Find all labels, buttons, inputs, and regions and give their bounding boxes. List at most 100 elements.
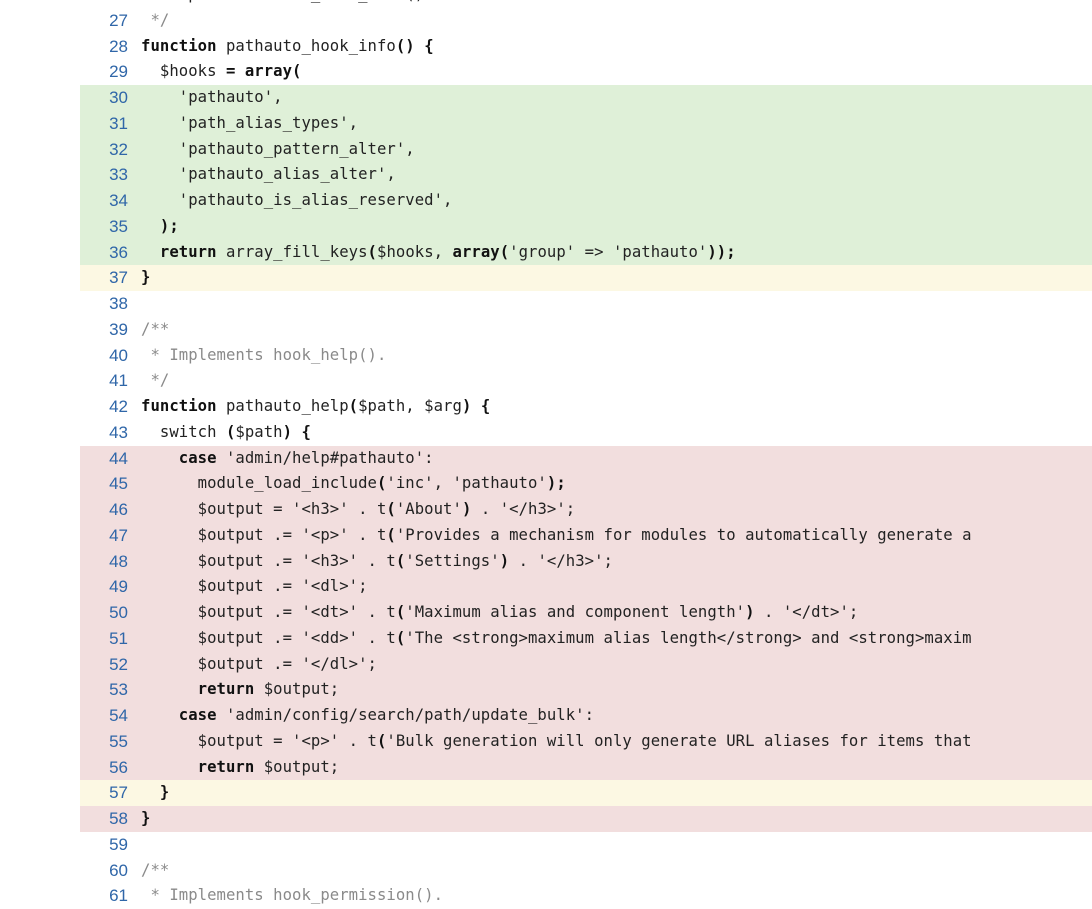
line-number[interactable]: 53	[0, 677, 128, 703]
code-token: . '</h3>';	[509, 551, 613, 570]
code-line: 28 function pathauto_hook_info() {	[0, 34, 1092, 60]
code-text: * Implements hook_help().	[141, 343, 386, 369]
line-number[interactable]: 43	[0, 420, 128, 446]
line-number[interactable]: 32	[0, 137, 128, 163]
line-number[interactable]: 51	[0, 626, 128, 652]
code-text: 'pathauto_alias_alter',	[141, 162, 396, 188]
code-token: case	[178, 448, 217, 467]
line-number[interactable]: 54	[0, 703, 128, 729]
code-text: 'pathauto_is_alias_reserved',	[141, 188, 453, 214]
code-text: return array_fill_keys($hooks, array('gr…	[141, 240, 736, 266]
code-listing: 26 * Implements hook_hook_info().27 */28…	[0, 0, 1092, 909]
code-token: 'path_alias_types',	[141, 113, 359, 132]
code-line: 53 return $output;	[0, 677, 1092, 703]
line-number[interactable]: 57	[0, 780, 128, 806]
line-number[interactable]: 48	[0, 549, 128, 575]
code-line: 58}	[0, 806, 1092, 832]
line-number[interactable]: 28	[0, 34, 128, 60]
code-text: case 'admin/help#pathauto':	[141, 446, 434, 472]
code-token: return	[197, 757, 255, 776]
code-token: (	[395, 551, 406, 570]
code-token: */	[141, 371, 170, 390]
code-token: $hooks	[141, 62, 226, 81]
line-number[interactable]: 59	[0, 832, 128, 858]
line-number[interactable]: 27	[0, 8, 128, 34]
line-number[interactable]: 31	[0, 111, 128, 137]
line-number[interactable]: 45	[0, 471, 128, 497]
line-number[interactable]: 36	[0, 240, 128, 266]
code-text: );	[141, 214, 179, 240]
line-number[interactable]: 49	[0, 574, 128, 600]
code-text: function pathauto_help($path, $arg) {	[141, 394, 490, 420]
code-token: module_load_include	[141, 474, 377, 493]
line-number[interactable]: 42	[0, 394, 128, 420]
code-token: */	[141, 10, 170, 29]
code-line: 27 */	[0, 8, 1092, 34]
line-number[interactable]: 60	[0, 858, 128, 884]
code-token: )	[461, 397, 472, 415]
line-number[interactable]: 37	[0, 265, 128, 291]
code-line: 29 $hooks = array(	[0, 59, 1092, 85]
code-token: * Implements hook_hook_info().	[141, 0, 434, 3]
code-token: 'Bulk generation will only generate URL …	[386, 731, 972, 750]
line-number[interactable]: 46	[0, 497, 128, 523]
diff-highlight-added	[80, 213, 1092, 240]
code-line: 61 * Implements hook_permission().	[0, 883, 1092, 909]
line-number[interactable]: 44	[0, 446, 128, 472]
code-text: /**	[141, 858, 169, 884]
code-text: * Implements hook_hook_info().	[141, 0, 434, 8]
code-token: . '</dt>';	[754, 603, 859, 621]
code-line: 46 $output = '<h3>' . t('About') . '</h3…	[0, 497, 1092, 523]
code-line: 56 return $output;	[0, 754, 1092, 781]
code-text: switch ($path) {	[141, 420, 311, 446]
code-token: }	[141, 268, 151, 287]
line-number[interactable]: 41	[0, 368, 128, 394]
code-line: 40 * Implements hook_help().	[0, 343, 1092, 369]
line-number[interactable]: 38	[0, 291, 128, 317]
line-number[interactable]: 55	[0, 729, 128, 755]
line-number[interactable]: 26	[0, 0, 128, 8]
line-number[interactable]: 39	[0, 317, 128, 343]
code-token: )	[461, 500, 472, 518]
code-token: case	[178, 706, 217, 724]
code-token: }	[141, 809, 151, 827]
line-number[interactable]: 52	[0, 652, 128, 678]
line-number[interactable]: 47	[0, 523, 128, 549]
code-token: (	[376, 474, 387, 493]
line-number[interactable]: 40	[0, 343, 128, 369]
code-text: }	[141, 780, 169, 806]
code-token: 'admin/help#pathauto':	[216, 448, 434, 467]
code-line: 44 case 'admin/help#pathauto':	[0, 445, 1092, 472]
line-number[interactable]: 50	[0, 600, 128, 626]
line-number[interactable]: 56	[0, 755, 128, 781]
code-token: );	[546, 474, 566, 493]
code-token: 'admin/config/search/path/update_bulk':	[216, 706, 595, 724]
code-token: 'pathauto_is_alias_reserved',	[141, 191, 453, 209]
line-number[interactable]: 34	[0, 188, 128, 214]
code-line: 51 $output .= '<dd>' . t('The <strong>ma…	[0, 625, 1092, 652]
line-number[interactable]: 61	[0, 883, 128, 909]
code-token: * Implements hook_permission().	[141, 886, 444, 905]
line-number[interactable]: 33	[0, 162, 128, 188]
code-token: (	[395, 603, 406, 621]
code-token: 'pathauto_pattern_alter',	[141, 139, 415, 158]
line-number[interactable]: 29	[0, 59, 128, 85]
code-text: /**	[141, 317, 169, 343]
code-token: array(	[452, 242, 510, 261]
code-token: $path, $arg	[358, 397, 462, 415]
line-number[interactable]: 35	[0, 214, 128, 240]
line-number[interactable]: 30	[0, 85, 128, 111]
code-line: 54 case 'admin/config/search/path/update…	[0, 703, 1092, 729]
code-token: $output;	[254, 757, 340, 776]
code-token: $output .= '<h3>' . t	[141, 551, 396, 570]
code-token: 'About'	[395, 500, 462, 518]
code-line: 30 'pathauto',	[0, 85, 1092, 111]
code-text: $output .= '<p>' . t('Provides a mechani…	[141, 523, 972, 549]
code-token: /**	[141, 319, 170, 338]
code-line: 43 switch ($path) {	[0, 420, 1092, 446]
line-number[interactable]: 58	[0, 806, 128, 832]
code-token: (	[225, 422, 236, 441]
